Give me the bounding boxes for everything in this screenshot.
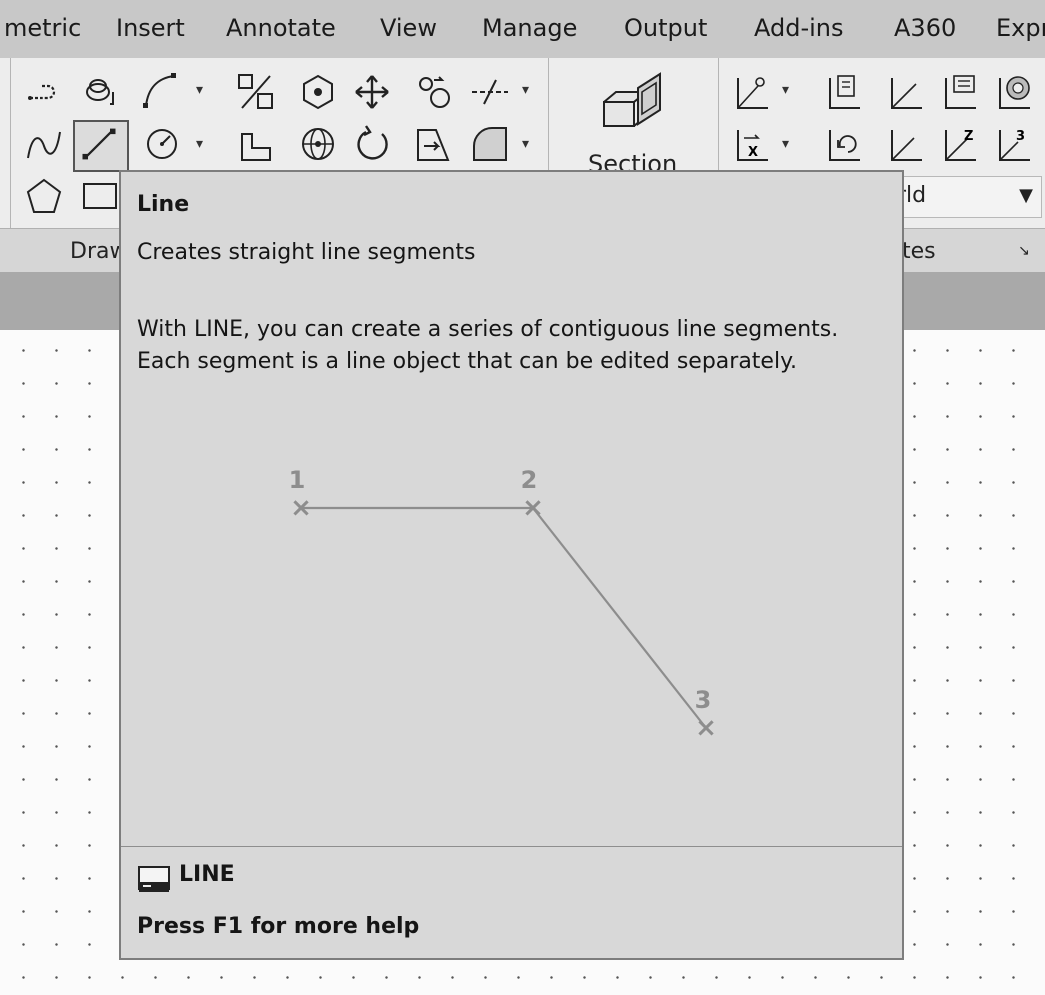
- point-label-1: 1: [289, 466, 306, 494]
- point-label-2: 2: [521, 466, 538, 494]
- tab-a360[interactable]: A360: [894, 14, 956, 42]
- rotate-icon[interactable]: [352, 124, 392, 164]
- line-icon[interactable]: [73, 120, 129, 172]
- tab-express[interactable]: Expr: [996, 14, 1045, 42]
- circle-dropdown-icon[interactable]: [142, 124, 182, 164]
- point-marker-3: ×: [695, 713, 717, 743]
- svg-text:Z: Z: [964, 129, 973, 144]
- tab-insert[interactable]: Insert: [116, 14, 185, 42]
- ucs-dropdown-icon[interactable]: ▾: [782, 82, 789, 98]
- copy-icon[interactable]: [414, 72, 454, 112]
- extrude-icon[interactable]: [236, 124, 276, 164]
- section-icon[interactable]: [598, 68, 668, 138]
- line-segment-2-3: [532, 507, 707, 729]
- tab-output[interactable]: Output: [624, 14, 707, 42]
- panel-launcher-icon[interactable]: ↘: [1018, 243, 1030, 259]
- point-marker-2: ×: [522, 493, 544, 523]
- move-arrows-icon[interactable]: [352, 72, 392, 112]
- circle-dropdown-arrow-icon[interactable]: ▾: [196, 136, 203, 152]
- section-plane-icon[interactable]: [414, 124, 454, 164]
- ucs-view-icon[interactable]: [940, 72, 980, 112]
- ucs-3point-icon[interactable]: 3: [994, 124, 1034, 164]
- ucs-x-icon[interactable]: X: [732, 124, 772, 164]
- ribbon-tab-bar: metric Insert Annotate View Manage Outpu…: [0, 0, 1045, 59]
- ucs-world-select[interactable]: rld ▼: [880, 176, 1042, 218]
- ucs-object-icon[interactable]: [994, 72, 1034, 112]
- ucs-z-icon[interactable]: Z: [940, 124, 980, 164]
- arc-dropdown-icon[interactable]: ▾: [196, 82, 203, 98]
- point-marker-1: ×: [290, 493, 312, 523]
- ucs-previous-icon[interactable]: [824, 124, 864, 164]
- svg-text:X: X: [748, 145, 758, 160]
- tooltip-divider: [121, 846, 902, 847]
- polygon-icon[interactable]: [24, 176, 64, 216]
- tooltip-command: LINE: [179, 862, 235, 887]
- modify-dropdown-icon[interactable]: ▾: [522, 82, 529, 98]
- spline-icon[interactable]: [24, 124, 64, 164]
- tab-view[interactable]: View: [380, 14, 437, 42]
- tooltip-line: Line Creates straight line segments With…: [119, 170, 904, 960]
- rectangle-icon[interactable]: [80, 176, 120, 216]
- line-illustration: × × × 1 2 3: [289, 466, 717, 743]
- point-label-3: 3: [695, 686, 712, 714]
- ucs-x-dropdown-icon[interactable]: ▾: [782, 136, 789, 152]
- command-line-icon: [137, 864, 171, 896]
- tooltip-help: Press F1 for more help: [137, 914, 420, 939]
- tab-isometric[interactable]: metric: [4, 14, 81, 42]
- tab-annotate[interactable]: Annotate: [226, 14, 336, 42]
- arc-icon[interactable]: [140, 70, 180, 110]
- ucs-world-icon[interactable]: [886, 72, 926, 112]
- ucs-icon[interactable]: [732, 72, 772, 112]
- sphere-icon[interactable]: [298, 124, 338, 164]
- percent-icon[interactable]: [236, 72, 276, 112]
- fillet-icon[interactable]: [470, 124, 510, 164]
- tab-add-ins[interactable]: Add-ins: [754, 14, 844, 42]
- tooltip-body: With LINE, you can create a series of co…: [137, 314, 897, 378]
- svg-text:3: 3: [1016, 129, 1025, 144]
- circle-icon[interactable]: [80, 70, 120, 110]
- tooltip-body-line: With LINE, you can create a series of co…: [137, 317, 839, 342]
- fillet-dropdown-icon[interactable]: ▾: [522, 136, 529, 152]
- dashed-line-icon[interactable]: [470, 72, 510, 112]
- tooltip-title: Line: [137, 192, 190, 217]
- chevron-down-icon: ▼: [1019, 185, 1033, 206]
- tooltip-body-line: Each segment is a line object that can b…: [137, 349, 797, 374]
- tooltip-description: Creates straight line segments: [137, 240, 476, 265]
- move-icon[interactable]: [298, 72, 338, 112]
- tab-manage[interactable]: Manage: [482, 14, 577, 42]
- coordinates-panel-title[interactable]: tes: [902, 239, 936, 264]
- ucs-y-icon[interactable]: [886, 124, 926, 164]
- polyline-icon[interactable]: [24, 72, 64, 112]
- ucs-named-icon[interactable]: [824, 72, 864, 112]
